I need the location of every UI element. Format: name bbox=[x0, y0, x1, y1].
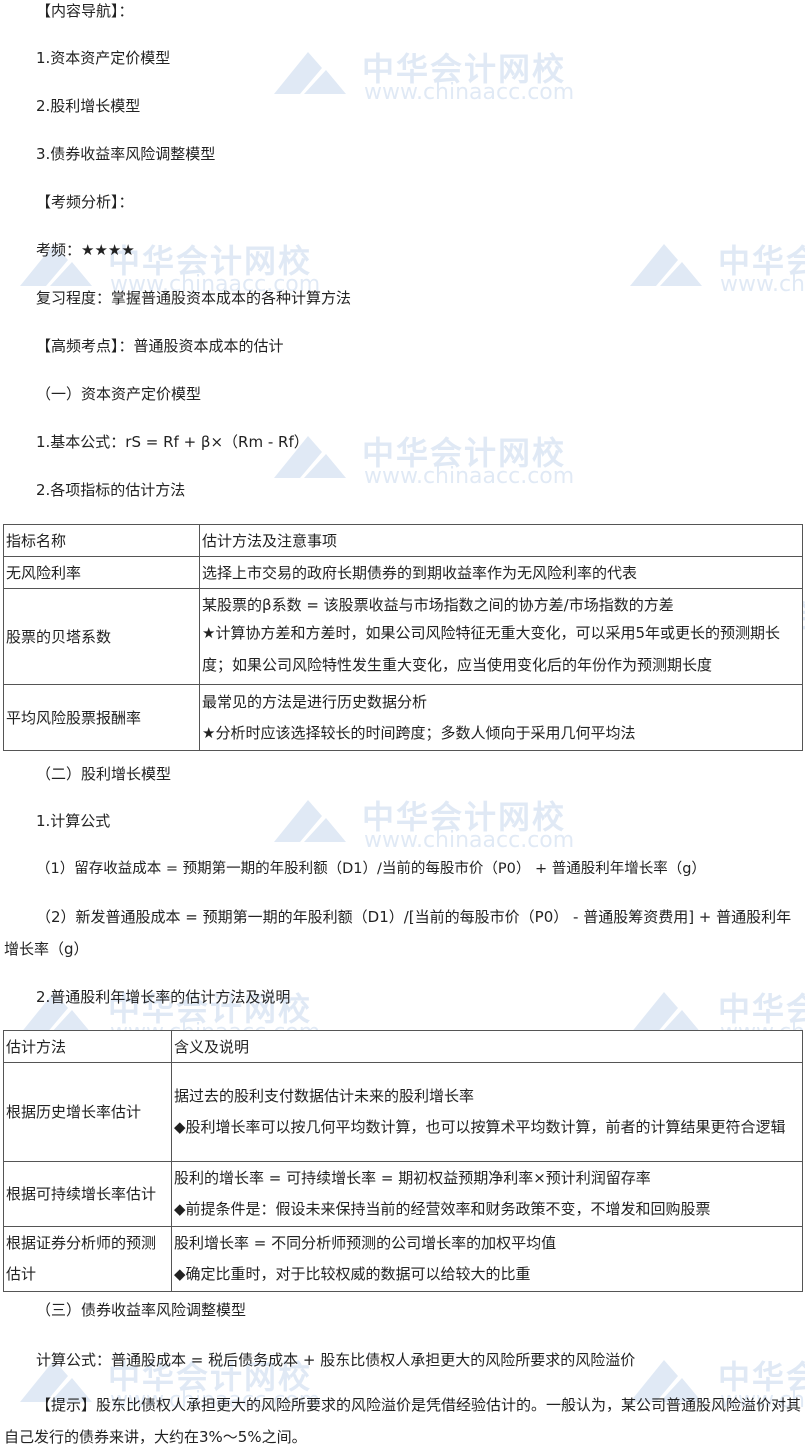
nav-heading: 【内容导航】： bbox=[36, 2, 134, 20]
table-row: 无风险利率 选择上市交易的政府长期债券的到期收益率作为无风险利率的代表 bbox=[3, 556, 803, 589]
subsection-heading: 2.普通股利年增长率的估计方法及说明 bbox=[36, 988, 291, 1006]
formula-line: （2）新发普通股成本 = 预期第一期的年股利额（D1）/[当前的每股市价（P0）… bbox=[4, 908, 792, 958]
formula-line: 计算公式：普通股成本 = 税后债务成本 + 股东比债权人承担更大的风险所要求的风… bbox=[36, 1351, 636, 1369]
table-cell-name: 股票的贝塔系数 bbox=[3, 588, 200, 685]
table-cell-name: 根据证券分析师的预测估计 bbox=[3, 1226, 172, 1292]
table-cell-desc: 股利增长率 = 不同分析师预测的公司增长率的加权平均值 ◆确定比重时，对于比较权… bbox=[171, 1226, 803, 1292]
nav-item: 1.资本资产定价模型 bbox=[36, 49, 171, 67]
frequency-rating: 考频：★★★★ bbox=[36, 241, 135, 259]
table-cell-name: 根据可持续增长率估计 bbox=[3, 1161, 172, 1227]
section-heading: （三）债券收益率风险调整模型 bbox=[36, 1301, 247, 1319]
nav-item: 3.债券收益率风险调整模型 bbox=[36, 145, 216, 163]
table-cell-desc: 选择上市交易的政府长期债券的到期收益率作为无风险利率的代表 bbox=[199, 556, 803, 589]
table-header-cell: 含义及说明 bbox=[171, 1030, 803, 1063]
table-row: 平均风险股票报酬率 最常见的方法是进行历史数据分析 ★分析时应该选择较长的时间跨… bbox=[3, 684, 803, 751]
section-heading: （一）资本资产定价模型 bbox=[36, 385, 202, 403]
table-cell-name: 根据历史增长率估计 bbox=[3, 1062, 172, 1162]
review-level: 复习程度：掌握普通股资本成本的各种计算方法 bbox=[36, 289, 352, 307]
section-heading: （二）股利增长模型 bbox=[36, 765, 172, 783]
key-point-heading: 【高频考点】：普通股资本成本的估计 bbox=[36, 337, 284, 355]
table-cell-desc: 据过去的股利支付数据估计未来的股利增长率 ◆股利增长率可以按几何平均数计算，也可… bbox=[171, 1062, 803, 1162]
table-header-cell: 估计方法 bbox=[3, 1030, 172, 1063]
frequency-heading: 【考频分析】： bbox=[36, 193, 134, 211]
subsection-heading: 2.各项指标的估计方法 bbox=[36, 481, 186, 499]
table-header-cell: 指标名称 bbox=[3, 524, 200, 557]
formula-line: （1）留存收益成本 = 预期第一期的年股利额（D1）/当前的每股市价（P0） +… bbox=[36, 861, 706, 877]
table-cell-name: 无风险利率 bbox=[3, 556, 200, 589]
table-cell-desc: 某股票的β系数 = 该股票收益与市场指数之间的协方差/市场指数的方差 ★计算协方… bbox=[199, 588, 803, 685]
table-row: 根据可持续增长率估计 股利的增长率 = 可持续增长率 = 期初权益预期净利率×预… bbox=[3, 1161, 803, 1227]
tip-paragraph: 【提示】股东比债权人承担更大的风险所要求的风险溢价是凭借经验估计的。一般认为，某… bbox=[4, 1396, 802, 1446]
table-cell-name: 平均风险股票报酬率 bbox=[3, 684, 200, 751]
growth-rate-estimation-table: 估计方法 含义及说明 根据历史增长率估计 据过去的股利支付数据估计未来的股利增长… bbox=[3, 1030, 803, 1292]
table-header-row: 估计方法 含义及说明 bbox=[3, 1030, 803, 1063]
table-row: 根据证券分析师的预测估计 股利增长率 = 不同分析师预测的公司增长率的加权平均值… bbox=[3, 1226, 803, 1292]
table-row: 股票的贝塔系数 某股票的β系数 = 该股票收益与市场指数之间的协方差/市场指数的… bbox=[3, 588, 803, 685]
table-cell-desc: 股利的增长率 = 可持续增长率 = 期初权益预期净利率×预计利润留存率 ◆前提条… bbox=[171, 1161, 803, 1227]
table-cell-desc: 最常见的方法是进行历史数据分析 ★分析时应该选择较长的时间跨度；多数人倾向于采用… bbox=[199, 684, 803, 751]
article-page: 中华会计网校 www.chinaacc.com 中华会计网校 www.china… bbox=[0, 0, 805, 1449]
table-row: 根据历史增长率估计 据过去的股利支付数据估计未来的股利增长率 ◆股利增长率可以按… bbox=[3, 1062, 803, 1162]
table-header-cell: 估计方法及注意事项 bbox=[199, 524, 803, 557]
subsection-heading: 1.计算公式 bbox=[36, 812, 111, 830]
indicator-estimation-table: 指标名称 估计方法及注意事项 无风险利率 选择上市交易的政府长期债券的到期收益率… bbox=[3, 524, 803, 751]
table-header-row: 指标名称 估计方法及注意事项 bbox=[3, 524, 803, 557]
nav-item: 2.股利增长模型 bbox=[36, 97, 141, 115]
formula-line: 1.基本公式：rS = Rf + β×（Rm - Rf） bbox=[36, 433, 309, 451]
